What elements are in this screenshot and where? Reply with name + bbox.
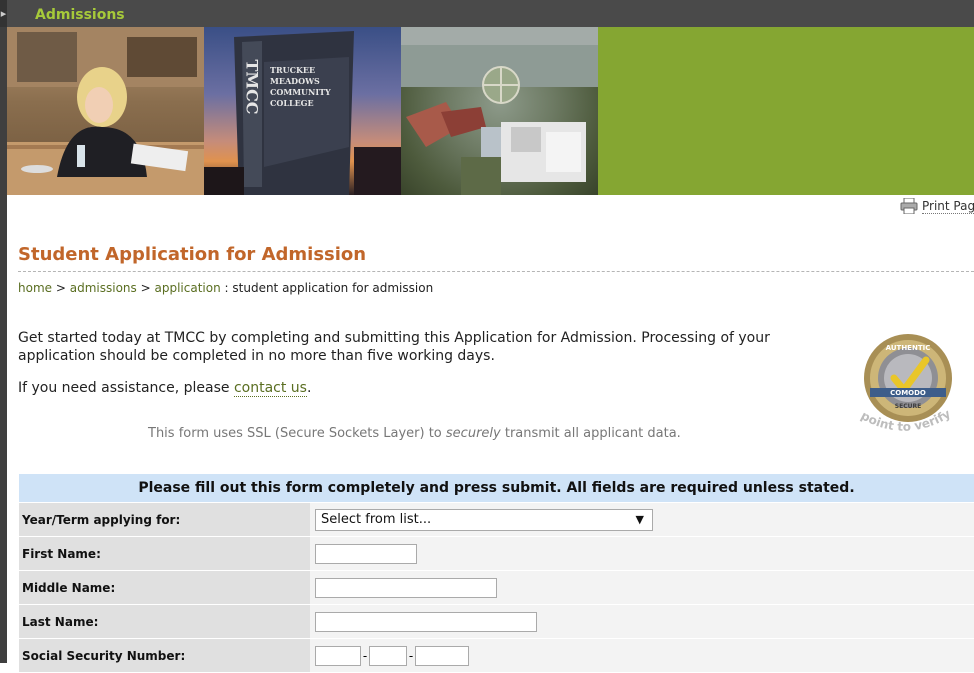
banner-photo-aerial-campus: [401, 27, 598, 195]
term-select-value: Select from list...: [321, 511, 432, 527]
seal-sub-text: SECURE: [895, 403, 921, 410]
print-page-label[interactable]: Print Page: [922, 199, 974, 214]
breadcrumb-separator: >: [140, 281, 151, 295]
form-row-ssn: Social Security Number: - -: [19, 639, 974, 672]
last-name-input[interactable]: [315, 612, 537, 632]
title-divider: [18, 271, 974, 272]
form-row-term: Year/Term applying for: Select from list…: [19, 503, 974, 536]
breadcrumb-admissions-link[interactable]: admissions: [70, 281, 137, 295]
dropdown-arrow-icon: ▼: [635, 512, 644, 526]
ssl-notice-after: transmit all applicant data.: [504, 426, 681, 441]
breadcrumb-current: : student application for admission: [224, 281, 434, 295]
form-row-middle-name: Middle Name:: [19, 571, 974, 604]
banner-green-panel: [598, 27, 974, 195]
banner-photo-campus-sign: TMCC TRUCKEE MEADOWS COMMUNITY COLLEGE: [204, 27, 401, 195]
comodo-secure-seal[interactable]: COMODO AUTHENTIC SECURE point to verify: [856, 330, 974, 448]
left-edge-bar: [0, 27, 7, 663]
seal-band-text: COMODO: [890, 389, 926, 397]
banner-photo-student-studying: [7, 27, 204, 195]
sign-vertical-letters: TMCC: [243, 59, 262, 114]
print-page-link[interactable]: Print Page: [900, 198, 974, 214]
breadcrumb-application-link[interactable]: application: [155, 281, 221, 295]
first-name-label: First Name:: [19, 537, 310, 570]
expand-arrow-icon[interactable]: ▸: [0, 0, 7, 27]
contact-us-link[interactable]: contact us: [233, 380, 307, 397]
ssn-field-cell: - -: [310, 639, 974, 672]
ssn-separator: -: [362, 648, 368, 663]
section-title: Admissions: [35, 7, 125, 23]
application-form: Please fill out this form completely and…: [19, 473, 974, 673]
ssl-notice-emphasis: securely: [445, 426, 501, 441]
form-row-first-name: First Name:: [19, 537, 974, 570]
term-label: Year/Term applying for:: [19, 503, 310, 536]
form-row-last-name: Last Name:: [19, 605, 974, 638]
seal-top-text: AUTHENTIC: [886, 344, 931, 352]
assistance-text: If you need assistance, please contact u…: [18, 380, 312, 397]
middle-name-input[interactable]: [315, 578, 497, 598]
term-select[interactable]: Select from list... ▼: [315, 508, 653, 531]
term-field-cell: Select from list... ▼: [310, 503, 974, 536]
breadcrumb: home > admissions > application : studen…: [18, 281, 433, 295]
last-name-field-cell: [310, 605, 974, 638]
first-name-field-cell: [310, 537, 974, 570]
ssl-notice-before: This form uses SSL (Secure Sockets Layer…: [148, 426, 442, 441]
top-bar: ▸ Admissions: [0, 0, 974, 27]
middle-name-label: Middle Name:: [19, 571, 310, 604]
header-banner: TMCC TRUCKEE MEADOWS COMMUNITY COLLEGE: [7, 27, 974, 195]
first-name-input[interactable]: [315, 544, 417, 564]
ssn-separator: -: [408, 648, 414, 663]
breadcrumb-home-link[interactable]: home: [18, 281, 52, 295]
ssl-notice: This form uses SSL (Secure Sockets Layer…: [148, 426, 681, 441]
page-title: Student Application for Admission: [18, 244, 367, 265]
breadcrumb-separator: >: [55, 281, 66, 295]
assistance-suffix: .: [306, 380, 312, 396]
form-instructions: Please fill out this form completely and…: [19, 474, 974, 502]
ssn-label: Social Security Number:: [19, 639, 310, 672]
sign-college-name: TRUCKEE MEADOWS COMMUNITY COLLEGE: [270, 65, 331, 108]
last-name-label: Last Name:: [19, 605, 310, 638]
intro-paragraph: Get started today at TMCC by completing …: [18, 330, 770, 364]
assistance-prefix: If you need assistance, please: [18, 380, 230, 396]
printer-icon: [900, 198, 918, 214]
middle-name-field-cell: [310, 571, 974, 604]
